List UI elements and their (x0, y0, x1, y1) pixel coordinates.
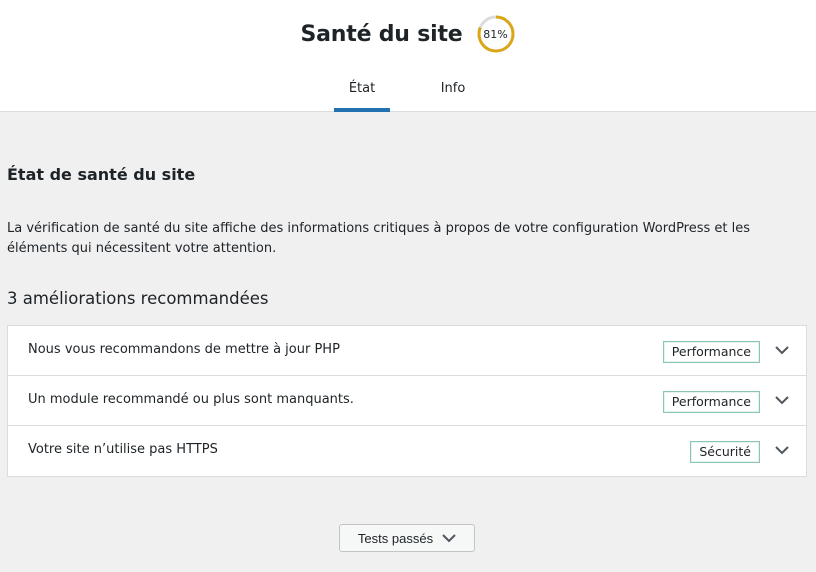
health-score-label: 81% (483, 27, 508, 41)
issue-label: Un module recommandé ou plus sont manqua… (28, 392, 354, 407)
issue-missing-modules[interactable]: Un module recommandé ou plus sont manqua… (8, 376, 806, 426)
issue-label: Votre site n’utilise pas HTTPS (28, 442, 218, 457)
category-badge: Performance (662, 341, 760, 363)
site-health-header: Santé du site 81% État Info (0, 0, 816, 112)
passed-tests-label: Tests passés (357, 530, 434, 546)
recommended-count-heading: 3 améliorations recommandées (7, 289, 269, 308)
chevron-down-icon[interactable] (774, 394, 790, 406)
passed-tests-button[interactable]: Tests passés (339, 524, 475, 552)
category-badge: Performance (662, 391, 760, 413)
tab-etat[interactable]: État (334, 68, 390, 112)
health-score-indicator: 81% (476, 14, 516, 54)
issue-label: Nous vous recommandons de mettre à jour … (28, 342, 340, 357)
title-row: Santé du site 81% (0, 12, 816, 56)
tab-info[interactable]: Info (426, 68, 480, 112)
page-title: Santé du site (300, 21, 463, 47)
issues-list: Nous vous recommandons de mettre à jour … (7, 325, 807, 477)
chevron-down-icon (442, 534, 456, 543)
issue-php-update[interactable]: Nous vous recommandons de mettre à jour … (8, 326, 806, 376)
chevron-down-icon[interactable] (774, 444, 790, 456)
section-description: La vérification de santé du site affiche… (7, 221, 751, 256)
category-badge: Sécurité (690, 441, 760, 463)
issue-no-https[interactable]: Votre site n’utilise pas HTTPS Sécurité (8, 426, 806, 476)
section-title: État de santé du site (7, 165, 196, 184)
chevron-down-icon[interactable] (774, 344, 790, 356)
